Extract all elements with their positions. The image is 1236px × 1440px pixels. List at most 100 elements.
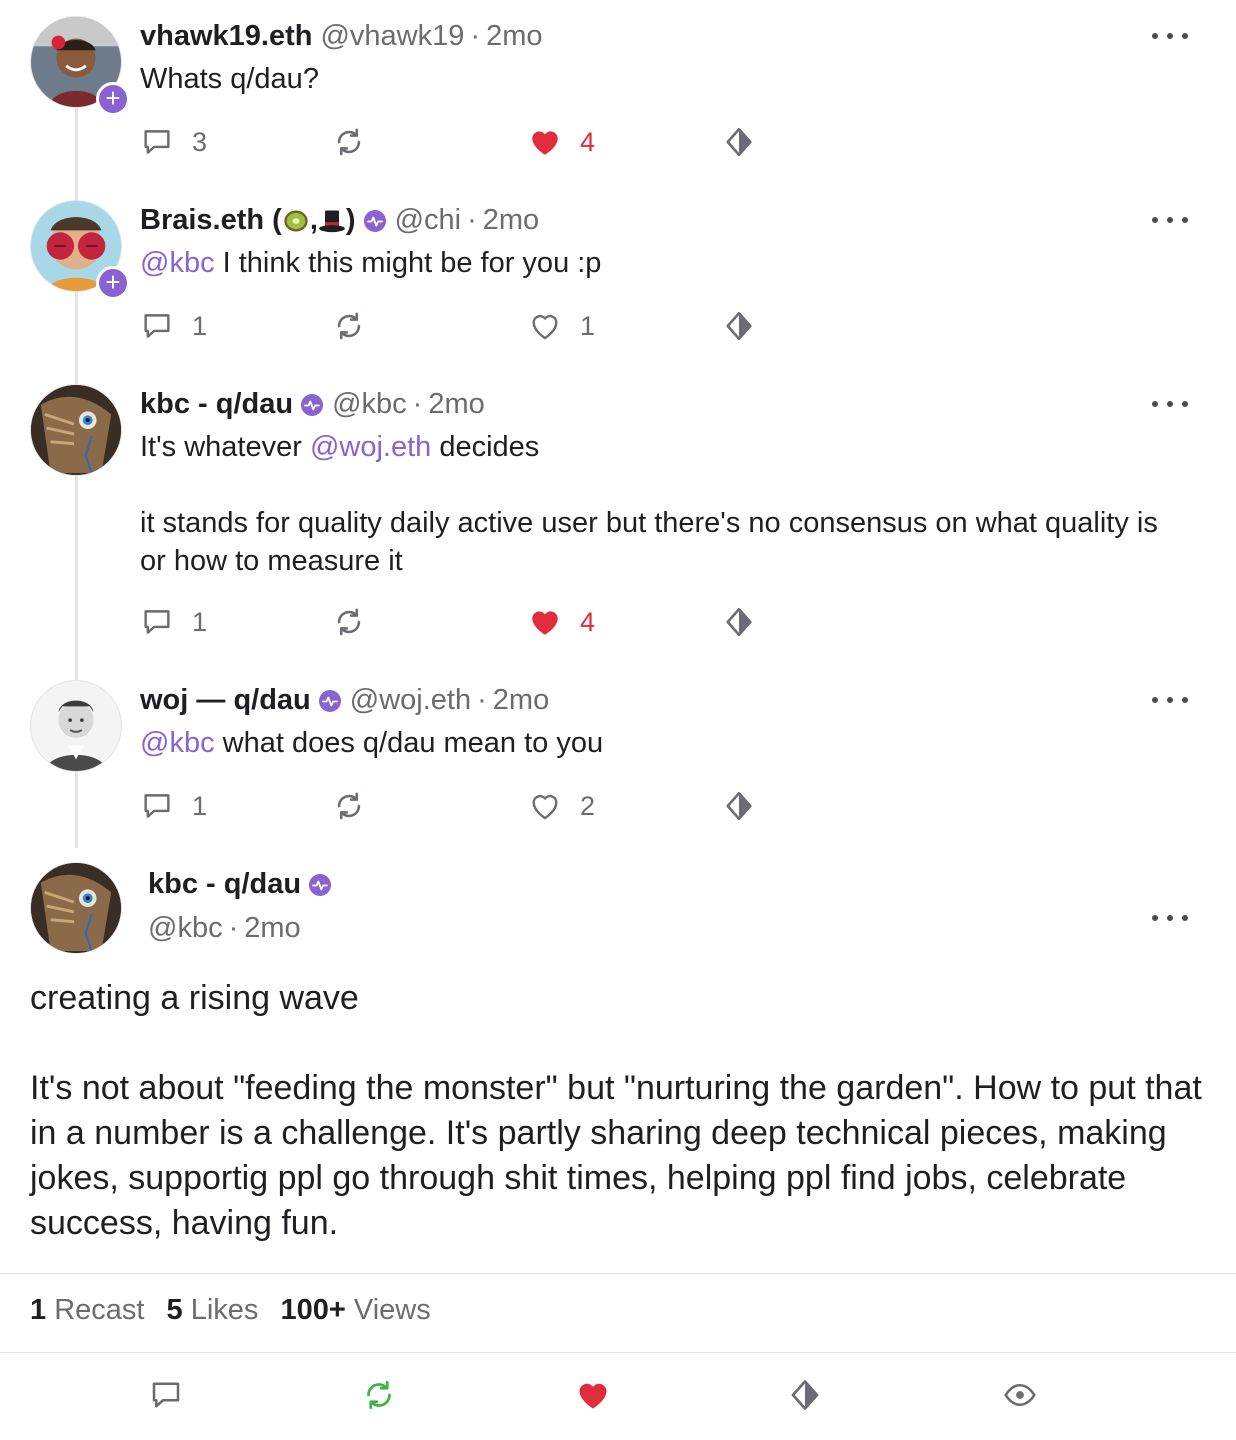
- author-name[interactable]: woj — q/dau: [140, 684, 311, 717]
- recast-stat[interactable]: 1 Recast: [30, 1294, 144, 1326]
- reply-item[interactable]: + vhawk19.eth @vhawk19 · 2mo Whats q/dau…: [0, 0, 1236, 184]
- mention-link[interactable]: @woj.eth: [310, 431, 431, 463]
- author-name[interactable]: kbc - q/dau: [140, 388, 293, 421]
- recast-button[interactable]: [332, 786, 366, 826]
- reply-item[interactable]: woj — q/dau @woj.eth · 2mo @kbc what doe…: [0, 664, 1236, 848]
- recast-icon: [332, 605, 366, 639]
- comment-count: 1: [192, 310, 208, 341]
- recast-icon: [332, 125, 366, 159]
- like-count: 1: [580, 310, 596, 341]
- comment-button[interactable]: 1: [140, 306, 207, 346]
- author-name[interactable]: vhawk19.eth: [140, 20, 312, 53]
- reply-item[interactable]: + Brais.eth (,) @chi · 2mo @kbc I think …: [0, 184, 1236, 368]
- comment-count: 1: [192, 606, 208, 637]
- reply-header: vhawk19.eth @vhawk19 · 2mo: [140, 20, 542, 53]
- reply-text: @kbc what does q/dau mean to you: [140, 727, 604, 759]
- verified-badge-icon: [363, 209, 387, 233]
- author-handle[interactable]: @woj.eth: [350, 684, 471, 717]
- like-button[interactable]: 2: [528, 786, 595, 826]
- like-count: 4: [580, 126, 596, 157]
- like-button[interactable]: 4: [528, 122, 595, 162]
- more-options-button[interactable]: [1152, 394, 1188, 414]
- like-button[interactable]: 1: [528, 306, 595, 346]
- action-bar: 1 1: [140, 306, 780, 346]
- recast-icon: [332, 309, 366, 343]
- verified-badge-icon: [300, 393, 324, 417]
- separator-dot: ·: [470, 20, 481, 52]
- recast-button[interactable]: [332, 306, 366, 346]
- like-count: 4: [580, 606, 596, 637]
- separator-dot: ·: [412, 388, 423, 420]
- comment-count: 3: [192, 126, 208, 157]
- separator-dot: ·: [477, 684, 487, 716]
- tip-button[interactable]: [722, 786, 756, 826]
- comment-button[interactable]: [148, 1377, 184, 1413]
- tip-button[interactable]: [722, 306, 756, 346]
- comment-icon: [140, 125, 174, 159]
- timestamp[interactable]: 2mo: [483, 204, 539, 237]
- top-hat-emoji: [319, 210, 345, 233]
- author-handle[interactable]: @vhawk19: [320, 20, 464, 53]
- tip-button[interactable]: [722, 122, 756, 162]
- more-options-button[interactable]: [1152, 26, 1188, 46]
- follow-plus-button[interactable]: +: [96, 266, 130, 300]
- separator-dot: ·: [467, 204, 477, 236]
- likes-stat[interactable]: 5 Likes: [167, 1294, 259, 1326]
- views-button[interactable]: [1002, 1377, 1038, 1413]
- author-name[interactable]: Brais.eth (,): [140, 204, 356, 237]
- reply-text: @kbc I think this might be for you :p: [140, 247, 602, 279]
- timestamp[interactable]: 2mo: [493, 684, 549, 717]
- comment-icon: [140, 789, 174, 823]
- like-button[interactable]: 4: [528, 602, 595, 642]
- tip-icon: [722, 125, 756, 159]
- timestamp[interactable]: 2mo: [244, 912, 300, 944]
- reply-header: kbc - q/dau @kbc · 2mo: [140, 388, 485, 421]
- timestamp[interactable]: 2mo: [486, 20, 542, 53]
- reply-header: Brais.eth (,) @chi · 2mo: [140, 204, 539, 237]
- timestamp[interactable]: 2mo: [428, 388, 484, 421]
- author-name[interactable]: kbc - q/dau: [148, 868, 301, 901]
- like-button[interactable]: [575, 1377, 611, 1413]
- reply-text: It's whatever @woj.eth decides it stands…: [140, 431, 1158, 577]
- mention-link[interactable]: @kbc: [140, 727, 215, 759]
- author-handle[interactable]: @chi: [395, 204, 462, 237]
- comment-count: 1: [192, 790, 208, 821]
- author-handle[interactable]: @kbc: [148, 912, 223, 944]
- tip-button[interactable]: [722, 602, 756, 642]
- cast-stats: 1 Recast 5 Likes 100+ Views: [30, 1294, 445, 1327]
- separator-dot: ·: [228, 912, 239, 944]
- verified-badge-icon: [318, 689, 342, 713]
- mention-link[interactable]: @kbc: [140, 247, 215, 279]
- author-name-row: kbc - q/dau: [148, 868, 332, 901]
- eye-icon: [1002, 1377, 1038, 1413]
- recast-icon: [332, 789, 366, 823]
- avatar[interactable]: [30, 862, 122, 954]
- reply-item[interactable]: kbc - q/dau @kbc · 2mo It's whatever @wo…: [0, 368, 1236, 664]
- heart-icon: [528, 309, 562, 343]
- comment-icon: [140, 309, 174, 343]
- recast-button[interactable]: [332, 122, 366, 162]
- comment-button[interactable]: 3: [140, 122, 207, 162]
- heart-filled-icon: [528, 125, 562, 159]
- comment-button[interactable]: 1: [140, 602, 207, 642]
- reply-text: Whats q/dau?: [140, 63, 319, 95]
- follow-plus-button[interactable]: +: [96, 82, 130, 116]
- action-bar: 1 2: [140, 786, 780, 826]
- avatar[interactable]: [30, 384, 122, 476]
- recast-button[interactable]: [361, 1377, 397, 1413]
- recast-icon: [361, 1377, 397, 1413]
- cast-text: creating a rising wave It's not about "f…: [30, 979, 1202, 1242]
- more-options-button[interactable]: [1152, 210, 1188, 230]
- comment-icon: [140, 605, 174, 639]
- tip-icon: [722, 309, 756, 343]
- comment-button[interactable]: 1: [140, 786, 207, 826]
- divider: [0, 1273, 1236, 1274]
- more-options-button[interactable]: [1152, 908, 1188, 928]
- tip-button[interactable]: [787, 1377, 823, 1413]
- recast-button[interactable]: [332, 602, 366, 642]
- verified-badge-icon: [308, 873, 332, 897]
- avatar[interactable]: [30, 680, 122, 772]
- author-handle[interactable]: @kbc: [332, 388, 407, 421]
- more-options-button[interactable]: [1152, 690, 1188, 710]
- heart-filled-icon: [575, 1377, 611, 1413]
